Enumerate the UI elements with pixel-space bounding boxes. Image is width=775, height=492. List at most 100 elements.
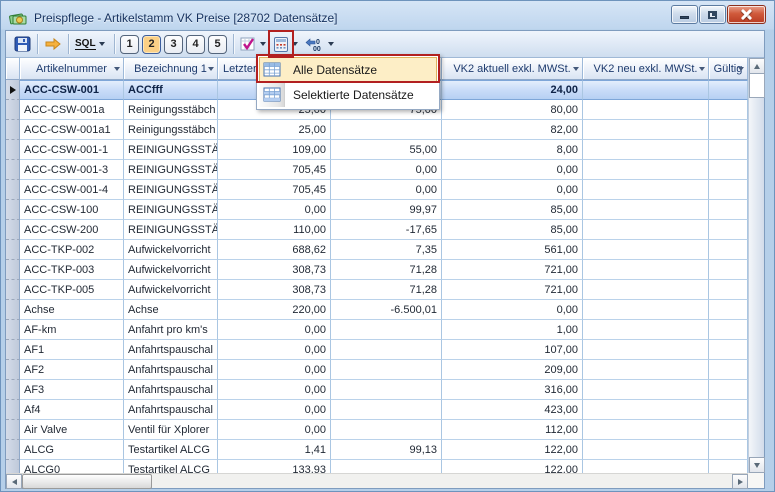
row-selector[interactable] [6, 400, 20, 420]
cell-vk2-neu[interactable] [583, 180, 709, 200]
forward-button[interactable] [42, 33, 64, 55]
cell-artikelnummer[interactable]: ACC-CSW-001a [20, 100, 124, 120]
row-selector[interactable] [6, 120, 20, 140]
cell-letzter[interactable]: 308,73 [218, 260, 331, 280]
cell-col4[interactable]: 7,35 [331, 240, 442, 260]
cell-bezeichnung[interactable]: Anfahrt pro km's [124, 320, 218, 340]
table-row[interactable]: ALCG0 Testartikel ALCG 133,93 122,00 [6, 460, 748, 473]
cell-col4[interactable] [331, 400, 442, 420]
cell-vk2-neu[interactable] [583, 140, 709, 160]
header-cell[interactable]: Artikelnummer [20, 58, 124, 80]
cell-col4[interactable]: 71,28 [331, 260, 442, 280]
cell-vk2-neu[interactable] [583, 340, 709, 360]
decimal-places-button[interactable]: 0 00 [303, 33, 339, 55]
minimize-button[interactable] [671, 5, 698, 24]
header-cell[interactable]: Bezeichnung 1 [124, 58, 218, 80]
cell-artikelnummer[interactable]: Af4 [20, 400, 124, 420]
cell-gueltig[interactable] [709, 180, 748, 200]
cell-bezeichnung[interactable]: Achse [124, 300, 218, 320]
row-selector[interactable] [6, 280, 20, 300]
cell-artikelnummer[interactable]: AF1 [20, 340, 124, 360]
cell-vk2-neu[interactable] [583, 100, 709, 120]
cell-col4[interactable]: 99,13 [331, 440, 442, 460]
header-cell[interactable]: Gültig [709, 58, 748, 80]
row-selector[interactable] [6, 180, 20, 200]
cell-bezeichnung[interactable]: REINIGUNGSSTÄ [124, 160, 218, 180]
cell-vk2-aktuell[interactable]: 423,00 [442, 400, 583, 420]
cell-col4[interactable]: 0,00 [331, 180, 442, 200]
cell-col4[interactable]: 55,00 [331, 140, 442, 160]
cell-vk2-aktuell[interactable]: 0,00 [442, 160, 583, 180]
table-row[interactable]: ACC-CSW-100 REINIGUNGSSTÄ 0,00 99,97 85,… [6, 200, 748, 220]
cell-vk2-neu[interactable] [583, 260, 709, 280]
cell-gueltig[interactable] [709, 120, 748, 140]
cell-vk2-neu[interactable] [583, 160, 709, 180]
row-selector[interactable] [6, 340, 20, 360]
menu-item[interactable]: Alle Datensätze [259, 57, 437, 82]
cell-vk2-aktuell[interactable]: 122,00 [442, 460, 583, 473]
cell-vk2-aktuell[interactable]: 80,00 [442, 100, 583, 120]
table-row[interactable]: AF-km Anfahrt pro km's 0,00 1,00 [6, 320, 748, 340]
table-row[interactable]: AF1 Anfahrtspauschal 0,00 107,00 [6, 340, 748, 360]
cell-artikelnummer[interactable]: ACC-CSW-100 [20, 200, 124, 220]
cell-letzter[interactable]: 25,00 [218, 120, 331, 140]
row-selector[interactable] [6, 100, 20, 120]
cell-bezeichnung[interactable]: Anfahrtspauschal [124, 340, 218, 360]
row-selector[interactable] [6, 160, 20, 180]
cell-col4[interactable]: -6.500,01 [331, 300, 442, 320]
table-row[interactable]: ACC-CSW-200 REINIGUNGSSTÄ 110,00 -17,65 … [6, 220, 748, 240]
cell-letzter[interactable]: 133,93 [218, 460, 331, 473]
scroll-left-button[interactable] [6, 474, 22, 489]
sort-arrow-icon[interactable] [738, 67, 744, 71]
row-selector[interactable] [6, 320, 20, 340]
cell-letzter[interactable]: 220,00 [218, 300, 331, 320]
cell-bezeichnung[interactable]: Reinigungsstäbch [124, 100, 218, 120]
cell-gueltig[interactable] [709, 420, 748, 440]
cell-letzter[interactable]: 0,00 [218, 200, 331, 220]
cell-letzter[interactable]: 688,62 [218, 240, 331, 260]
table-row[interactable]: ACC-TKP-003 Aufwickelvorricht 308,73 71,… [6, 260, 748, 280]
cell-col4[interactable] [331, 320, 442, 340]
cell-gueltig[interactable] [709, 240, 748, 260]
sql-button[interactable]: SQL [73, 33, 110, 55]
cell-vk2-aktuell[interactable]: 721,00 [442, 280, 583, 300]
cell-bezeichnung[interactable]: Testartikel ALCG [124, 460, 218, 473]
cell-artikelnummer[interactable]: ACC-CSW-001-4 [20, 180, 124, 200]
cell-artikelnummer[interactable]: Air Valve [20, 420, 124, 440]
cell-vk2-aktuell[interactable]: 24,00 [442, 80, 583, 100]
sort-arrow-icon[interactable] [114, 67, 120, 71]
cell-vk2-aktuell[interactable]: 112,00 [442, 420, 583, 440]
cell-artikelnummer[interactable]: ACC-CSW-001-1 [20, 140, 124, 160]
cell-vk2-aktuell[interactable]: 82,00 [442, 120, 583, 140]
cell-letzter[interactable]: 0,00 [218, 320, 331, 340]
cell-col4[interactable]: 0,00 [331, 160, 442, 180]
cell-vk2-aktuell[interactable]: 85,00 [442, 220, 583, 240]
save-button[interactable] [12, 33, 33, 55]
cell-gueltig[interactable] [709, 400, 748, 420]
records-menu-button[interactable] [271, 33, 303, 55]
cell-bezeichnung[interactable]: Reinigungsstäbch [124, 120, 218, 140]
cell-gueltig[interactable] [709, 320, 748, 340]
table-row[interactable]: AF3 Anfahrtspauschal 0,00 316,00 [6, 380, 748, 400]
table-row[interactable]: Air Valve Ventil für Xplorer 0,00 112,00 [6, 420, 748, 440]
cell-vk2-aktuell[interactable]: 0,00 [442, 300, 583, 320]
cell-vk2-neu[interactable] [583, 360, 709, 380]
row-selector[interactable] [6, 380, 20, 400]
row-selector[interactable] [6, 260, 20, 280]
row-selector[interactable] [6, 420, 20, 440]
view-button[interactable]: 4 [186, 35, 205, 54]
cell-gueltig[interactable] [709, 220, 748, 240]
cell-bezeichnung[interactable]: ACCfff [124, 80, 218, 100]
table-row[interactable]: Achse Achse 220,00 -6.500,01 0,00 [6, 300, 748, 320]
cell-col4[interactable]: -17,65 [331, 220, 442, 240]
cell-artikelnummer[interactable]: ACC-CSW-001a1 [20, 120, 124, 140]
view-button[interactable]: 3 [164, 35, 183, 54]
cell-artikelnummer[interactable]: AF2 [20, 360, 124, 380]
cell-letzter[interactable]: 1,41 [218, 440, 331, 460]
cell-bezeichnung[interactable]: Aufwickelvorricht [124, 260, 218, 280]
cell-col4[interactable]: 71,28 [331, 280, 442, 300]
table-row[interactable]: ACC-TKP-002 Aufwickelvorricht 688,62 7,3… [6, 240, 748, 260]
cell-vk2-neu[interactable] [583, 460, 709, 473]
cell-col4[interactable] [331, 120, 442, 140]
restore-button[interactable] [699, 5, 726, 24]
